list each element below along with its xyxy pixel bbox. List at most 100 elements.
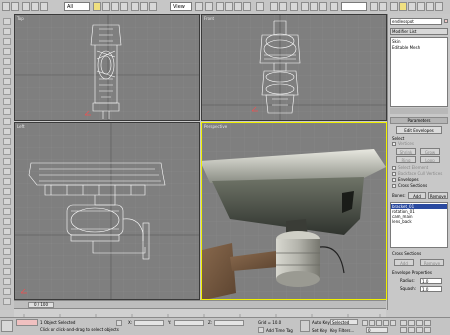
grow-button[interactable]: Grow	[420, 148, 440, 155]
left-tool-icon[interactable]	[3, 138, 11, 145]
left-tool-icon[interactable]	[3, 248, 11, 255]
left-tool-icon[interactable]	[3, 278, 11, 285]
maxscript-icon[interactable]	[1, 320, 13, 332]
left-tool-icon[interactable]	[3, 178, 11, 185]
current-frame-field[interactable]: 0	[366, 327, 388, 333]
add-bone-button[interactable]: Add	[408, 192, 426, 199]
viewport-front[interactable]: Front	[201, 14, 387, 121]
redo-icon[interactable]	[11, 2, 19, 11]
render-setup-icon[interactable]	[330, 2, 338, 11]
left-tool-icon[interactable]	[3, 208, 11, 215]
remove-bone-button[interactable]: Remove	[428, 192, 448, 199]
bind-space-warp-icon[interactable]	[40, 2, 48, 11]
auto-key-button[interactable]: Auto Key	[312, 320, 330, 325]
utilities-panel-icon[interactable]	[435, 2, 443, 11]
left-tool-icon[interactable]	[3, 68, 11, 75]
left-tool-icon[interactable]	[3, 18, 11, 25]
z-coord-field[interactable]	[214, 320, 244, 326]
material-editor-icon[interactable]	[319, 2, 327, 11]
align-icon[interactable]	[279, 2, 287, 11]
left-tool-icon[interactable]	[3, 298, 11, 305]
left-tool-icon[interactable]	[3, 118, 11, 125]
vertices-checkbox[interactable]	[392, 142, 396, 146]
left-tool-icon[interactable]	[3, 98, 11, 105]
left-tool-icon[interactable]	[3, 108, 11, 115]
y-coord-field[interactable]	[174, 320, 204, 326]
left-tool-icon[interactable]	[3, 268, 11, 275]
select-element-checkbox[interactable]	[392, 166, 396, 170]
left-tool-icon[interactable]	[3, 198, 11, 205]
lock-selection-icon[interactable]	[116, 320, 122, 326]
selection-filter-dropdown[interactable]: All	[64, 2, 90, 11]
reference-coord-dropdown[interactable]: View	[170, 2, 192, 11]
region-select-icon[interactable]	[111, 2, 119, 11]
scale-icon[interactable]	[149, 2, 157, 11]
next-frame-icon[interactable]	[383, 320, 389, 326]
select-by-name-icon[interactable]	[102, 2, 110, 11]
viewport-top[interactable]: Top	[14, 14, 200, 121]
curve-editor-icon[interactable]	[301, 2, 309, 11]
key-mode-dropdown[interactable]: Selected	[330, 319, 358, 325]
percent-snap-icon[interactable]	[234, 2, 242, 11]
window-crossing-icon[interactable]	[120, 2, 128, 11]
left-tool-icon[interactable]	[3, 48, 11, 55]
render-last-icon[interactable]	[379, 2, 387, 11]
maxscript-listener[interactable]	[16, 319, 38, 326]
pivot-center-icon[interactable]	[195, 2, 203, 11]
zoom-extents-all-icon[interactable]	[424, 320, 431, 326]
manipulate-icon[interactable]	[205, 2, 213, 11]
left-tool-icon[interactable]	[3, 128, 11, 135]
create-panel-icon[interactable]	[390, 2, 398, 11]
left-tool-icon[interactable]	[3, 28, 11, 35]
left-tool-icon[interactable]	[3, 238, 11, 245]
shrink-button[interactable]: Shrink	[396, 148, 416, 155]
left-tool-icon[interactable]	[3, 188, 11, 195]
mirror-icon[interactable]	[270, 2, 278, 11]
left-tool-icon[interactable]	[3, 38, 11, 45]
left-tool-icon[interactable]	[3, 258, 11, 265]
spinner-snap-icon[interactable]	[243, 2, 251, 11]
viewport-left[interactable]: Left	[14, 122, 200, 300]
previous-frame-icon[interactable]	[369, 320, 375, 326]
time-tag-icon[interactable]	[258, 327, 264, 333]
select-link-icon[interactable]	[22, 2, 30, 11]
rotate-icon[interactable]	[140, 2, 148, 11]
undo-icon[interactable]	[2, 2, 10, 11]
stack-item-editable-mesh[interactable]: Editable Mesh	[391, 45, 447, 50]
add-cross-section-button[interactable]: Add	[394, 259, 414, 266]
unlink-icon[interactable]	[31, 2, 39, 11]
angle-snap-icon[interactable]	[225, 2, 233, 11]
zoom-icon[interactable]	[400, 320, 407, 326]
cross-sections-checkbox[interactable]	[392, 184, 396, 188]
zoom-extents-icon[interactable]	[416, 320, 423, 326]
move-icon[interactable]	[131, 2, 139, 11]
layer-manager-icon[interactable]	[290, 2, 298, 11]
field-of-view-icon[interactable]	[400, 327, 407, 333]
radius-spinner[interactable]: 1.0	[420, 278, 442, 284]
schematic-view-icon[interactable]	[310, 2, 318, 11]
display-panel-icon[interactable]	[426, 2, 434, 11]
backface-checkbox[interactable]	[392, 172, 396, 176]
pan-icon[interactable]	[408, 327, 415, 333]
named-selection-icon[interactable]	[256, 2, 264, 11]
ring-button[interactable]: Ring	[396, 156, 416, 163]
x-coord-field[interactable]	[134, 320, 164, 326]
left-tool-icon[interactable]	[3, 228, 11, 235]
quick-render-icon[interactable]	[370, 2, 378, 11]
modifier-list-dropdown[interactable]: Modifier List	[390, 28, 448, 35]
snap-toggle-icon[interactable]	[216, 2, 224, 11]
edit-envelopes-button[interactable]: Edit Envelopes	[396, 126, 442, 134]
object-color-swatch[interactable]	[444, 19, 448, 23]
left-tool-icon[interactable]	[3, 58, 11, 65]
left-tool-icon[interactable]	[3, 168, 11, 175]
viewport-perspective[interactable]: Perspective	[201, 122, 387, 300]
modify-panel-icon[interactable]	[399, 2, 407, 11]
go-to-end-icon[interactable]	[390, 320, 396, 326]
left-tool-icon[interactable]	[3, 158, 11, 165]
parameters-rollout[interactable]: Parameters	[390, 117, 448, 124]
left-tool-icon[interactable]	[3, 218, 11, 225]
left-tool-icon[interactable]	[3, 88, 11, 95]
zoom-all-icon[interactable]	[408, 320, 415, 326]
remove-cross-section-button[interactable]: Remove	[420, 259, 444, 266]
key-icon[interactable]	[300, 320, 310, 332]
